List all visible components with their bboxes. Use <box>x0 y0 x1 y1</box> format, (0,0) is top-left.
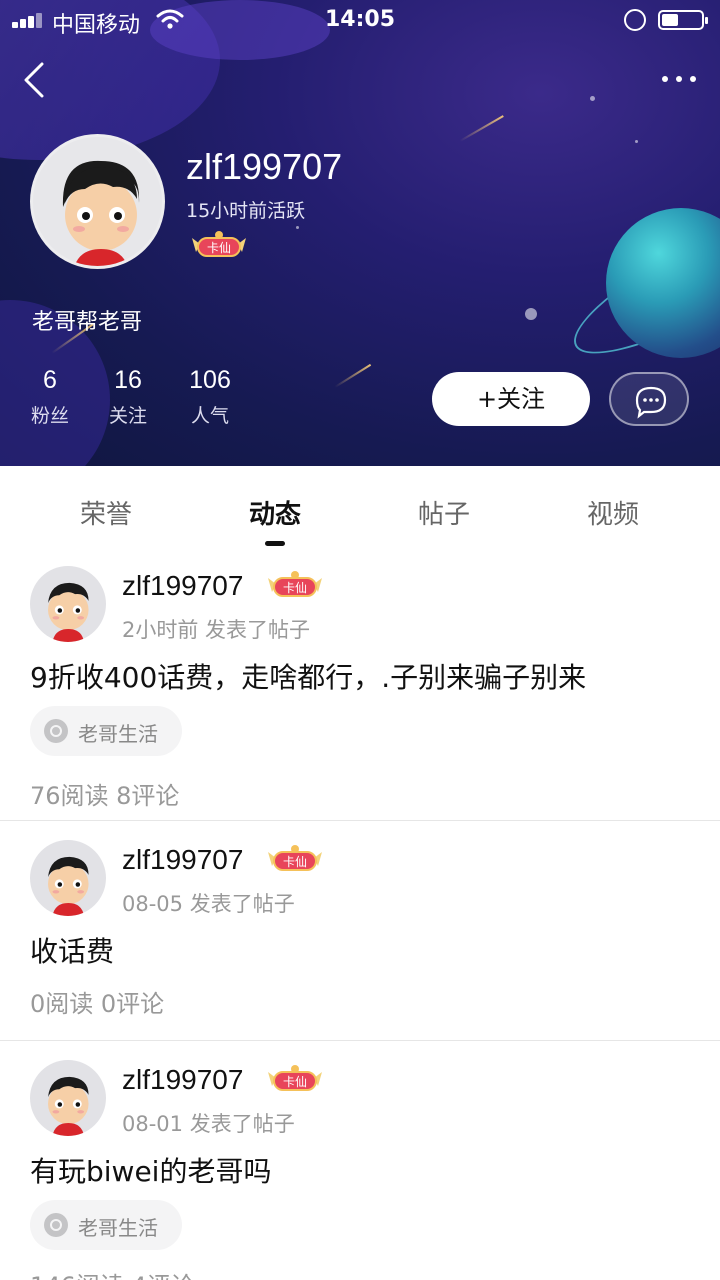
last-active-label: 15小时前活跃 <box>186 200 306 222</box>
stat-fans[interactable]: 6 粉丝 <box>28 366 72 428</box>
level-badge-icon: 卡仙 <box>268 571 322 597</box>
post-stats: 0阅读 0评论 <box>30 990 165 1018</box>
star-decor <box>590 96 595 101</box>
avatar-image <box>48 1076 89 1136</box>
star-decor <box>525 308 537 320</box>
post-username[interactable]: zlf199707 <box>122 844 243 876</box>
post-text[interactable]: 有玩biwei的老哥吗 <box>30 1150 271 1190</box>
topic-tag[interactable]: 老哥生活 <box>30 706 182 756</box>
avatar[interactable] <box>30 1060 106 1136</box>
follow-button[interactable]: +关注 <box>432 372 590 426</box>
back-icon[interactable] <box>20 62 50 98</box>
tab-honor[interactable]: 荣誉 <box>46 494 166 531</box>
topic-icon <box>44 1213 68 1237</box>
active-tab-indicator <box>265 541 285 546</box>
star-decor <box>296 226 299 229</box>
post-username[interactable]: zlf199707 <box>122 570 243 602</box>
stat-following[interactable]: 16 关注 <box>106 366 150 428</box>
stat-popularity[interactable]: 106 人气 <box>182 366 238 428</box>
rotation-lock-icon <box>624 9 646 31</box>
meteor-decor <box>334 363 372 388</box>
topic-label: 老哥生活 <box>78 722 158 746</box>
chat-icon <box>635 386 667 419</box>
stat-value: 6 <box>43 366 57 394</box>
star-decor <box>635 140 638 143</box>
tab-videos[interactable]: 视频 <box>553 494 673 531</box>
more-options-icon[interactable] <box>660 70 700 90</box>
feed-post[interactable]: zlf199707 卡仙 08-01 发表了帖子 有玩biwei的老哥吗 老哥生… <box>0 1052 720 1280</box>
level-badge-icon: 卡仙 <box>268 1065 322 1091</box>
post-username[interactable]: zlf199707 <box>122 1064 243 1096</box>
post-meta: 08-01 发表了帖子 <box>122 1112 295 1136</box>
post-stats: 146阅读 4评论 <box>30 1266 195 1280</box>
avatar[interactable] <box>30 134 165 269</box>
meteor-decor <box>459 115 504 142</box>
profile-header: 中国移动 14:05 zlf199707 15小时前活跃 卡仙 老哥帮老哥 6 … <box>0 0 720 466</box>
avatar[interactable] <box>30 566 106 642</box>
tab-posts[interactable]: 帖子 <box>384 494 504 531</box>
feed-post[interactable]: zlf199707 卡仙 08-05 发表了帖子 收话费 0阅读 0评论 <box>0 832 720 1040</box>
post-text[interactable]: 9折收400话费，走啥都行，.子别来骗子别来 <box>30 656 586 696</box>
badge-label: 卡仙 <box>283 581 307 595</box>
clock: 14:05 <box>324 7 396 32</box>
avatar[interactable] <box>30 840 106 916</box>
stat-label: 关注 <box>108 405 147 427</box>
topic-tag[interactable]: 老哥生活 <box>30 1200 182 1250</box>
feed-post[interactable]: zlf199707 卡仙 2小时前 发表了帖子 9折收400话费，走啥都行，.子… <box>0 558 720 820</box>
level-badge-icon: 卡仙 <box>192 231 246 257</box>
avatar-image <box>48 856 89 916</box>
battery-icon <box>658 10 708 30</box>
post-stats: 76阅读 8评论 <box>30 782 180 810</box>
avatar-image <box>62 160 140 266</box>
stat-label: 人气 <box>190 405 229 427</box>
post-meta: 2小时前 发表了帖子 <box>122 618 311 642</box>
divider <box>0 1040 720 1041</box>
message-button[interactable] <box>609 372 689 426</box>
stat-value: 106 <box>189 366 231 394</box>
tab-activity[interactable]: 动态 <box>215 494 335 531</box>
profile-username: zlf199707 <box>186 146 343 187</box>
level-badge-icon: 卡仙 <box>268 845 322 871</box>
post-text[interactable]: 收话费 <box>30 930 114 970</box>
profile-motto: 老哥帮老哥 <box>32 310 143 335</box>
badge-label: 卡仙 <box>207 241 231 255</box>
badge-label: 卡仙 <box>283 1075 307 1089</box>
badge-label: 卡仙 <box>283 855 307 869</box>
status-bar: 中国移动 14:05 <box>0 0 720 40</box>
divider <box>0 820 720 821</box>
post-meta: 08-05 发表了帖子 <box>122 892 295 916</box>
topic-label: 老哥生活 <box>78 1216 158 1240</box>
avatar-image <box>48 582 89 642</box>
stat-value: 16 <box>114 366 142 394</box>
profile-tabs: 荣誉 动态 帖子 视频 <box>0 466 720 556</box>
topic-icon <box>44 719 68 743</box>
stat-label: 粉丝 <box>30 405 69 427</box>
